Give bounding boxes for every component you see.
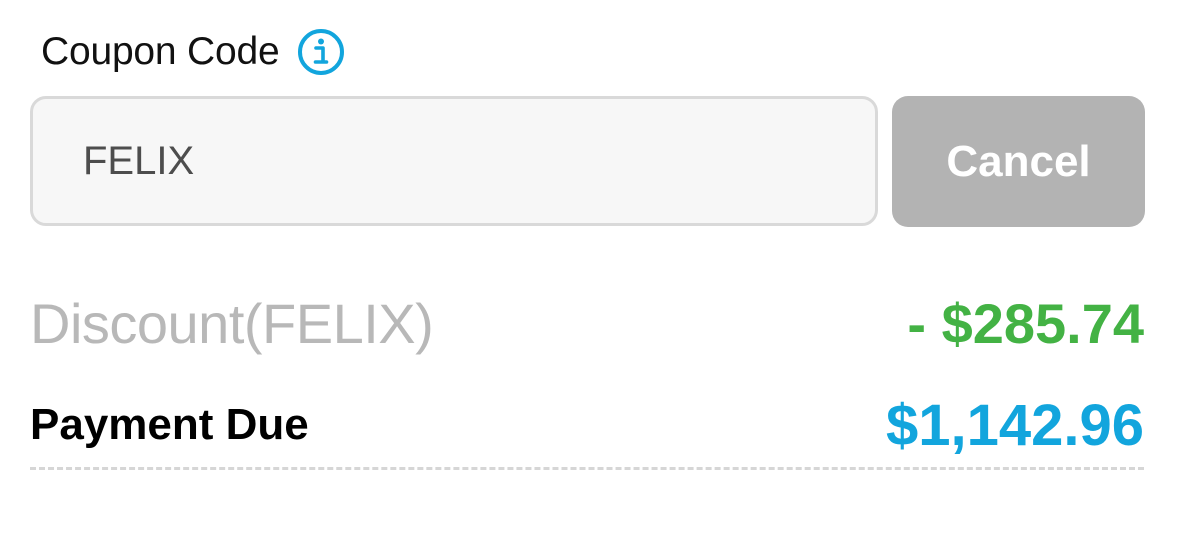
coupon-label-row: Coupon Code: [41, 26, 345, 78]
coupon-code-label: Coupon Code: [41, 30, 280, 73]
payment-due-label: Payment Due: [30, 400, 309, 449]
payment-due-row: Payment Due $1,142.96: [30, 390, 1144, 460]
payment-due-amount: $1,142.96: [885, 392, 1144, 458]
coupon-code-input[interactable]: [30, 96, 878, 226]
discount-row: Discount(FELIX) - $285.74: [30, 288, 1144, 358]
discount-amount: - $285.74: [907, 291, 1144, 355]
discount-label: Discount(FELIX): [30, 291, 434, 355]
dashed-divider: [30, 467, 1144, 470]
cancel-button[interactable]: Cancel: [892, 96, 1145, 227]
info-icon[interactable]: [297, 28, 345, 76]
